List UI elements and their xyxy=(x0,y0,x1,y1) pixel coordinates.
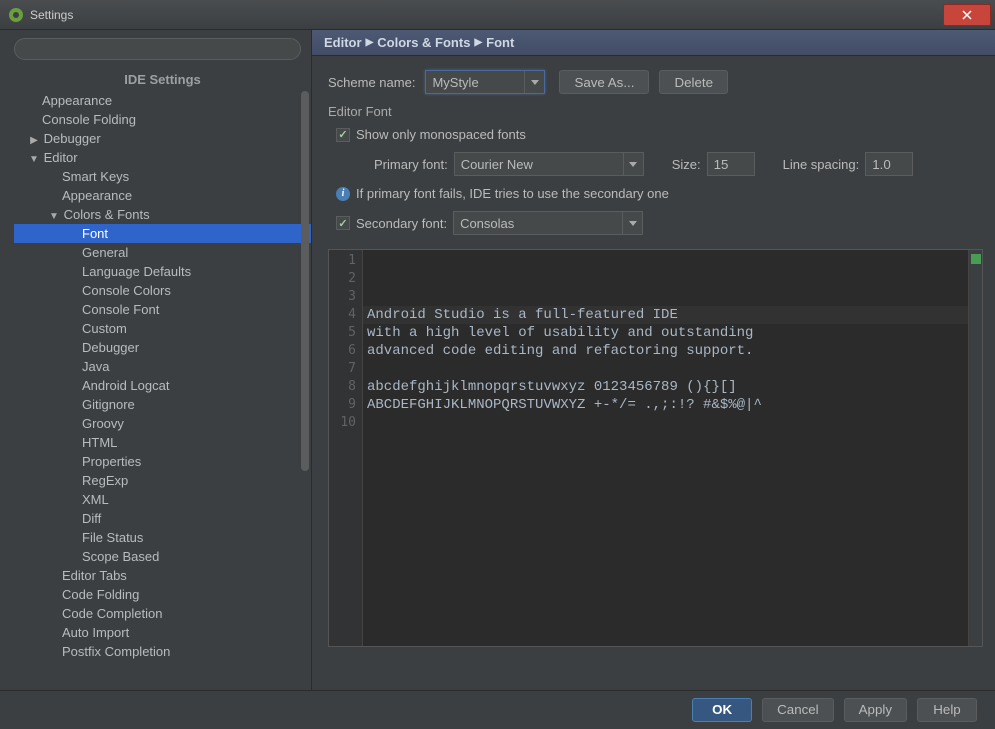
gutter: 12345678910 xyxy=(329,250,363,646)
cancel-button[interactable]: Cancel xyxy=(762,698,834,722)
save-as-button[interactable]: Save As... xyxy=(559,70,649,94)
app-icon xyxy=(8,7,24,23)
right-gutter xyxy=(968,250,982,646)
tree-item[interactable]: Custom xyxy=(14,319,311,338)
tree-item[interactable]: Groovy xyxy=(14,414,311,433)
tree-item[interactable]: Java xyxy=(14,357,311,376)
secondary-font-checkbox[interactable] xyxy=(336,216,350,230)
status-marker xyxy=(971,254,981,264)
show-monospaced-label: Show only monospaced fonts xyxy=(356,127,526,142)
main-panel: Editor ▶ Colors & Fonts ▶ Font Scheme na… xyxy=(312,30,995,690)
tree-item[interactable]: Appearance xyxy=(14,186,311,205)
editor-font-section-title: Editor Font xyxy=(328,104,979,119)
tree-item[interactable]: Gitignore xyxy=(14,395,311,414)
tree-item[interactable]: Diff xyxy=(14,509,311,528)
tree-item[interactable]: Font xyxy=(14,224,311,243)
size-label: Size: xyxy=(672,157,701,172)
info-text: If primary font fails, IDE tries to use … xyxy=(356,186,669,201)
chevron-down-icon xyxy=(622,212,642,234)
tree-item[interactable]: Postfix Completion xyxy=(14,642,311,661)
tree-item[interactable]: Code Folding xyxy=(14,585,311,604)
scheme-name-label: Scheme name: xyxy=(328,75,415,90)
tree-item[interactable]: Appearance xyxy=(14,91,311,110)
scheme-name-value: MyStyle xyxy=(432,75,478,90)
sidebar: IDE Settings AppearanceConsole Folding▶ … xyxy=(0,30,312,690)
tree-item[interactable]: HTML xyxy=(14,433,311,452)
chevron-down-icon xyxy=(623,153,643,175)
close-button[interactable] xyxy=(943,4,991,26)
code-area[interactable]: Android Studio is a full-featured IDEwit… xyxy=(363,250,968,646)
tree-item[interactable]: Smart Keys xyxy=(14,167,311,186)
delete-button[interactable]: Delete xyxy=(659,70,728,94)
tree-item[interactable]: ▼ Editor xyxy=(14,148,311,167)
tree-item[interactable]: Editor Tabs xyxy=(14,566,311,585)
tree-item[interactable]: Auto Import xyxy=(14,623,311,642)
tree-item[interactable]: General xyxy=(14,243,311,262)
info-icon: i xyxy=(336,187,350,201)
editor-preview: 12345678910 Android Studio is a full-fea… xyxy=(328,249,983,647)
search-input[interactable] xyxy=(14,38,301,60)
line-spacing-input[interactable] xyxy=(865,152,913,176)
tree-item[interactable]: File Status xyxy=(14,528,311,547)
show-monospaced-checkbox[interactable] xyxy=(336,128,350,142)
primary-font-combo[interactable]: Courier New xyxy=(454,152,644,176)
primary-font-value: Courier New xyxy=(461,157,533,172)
tree-item[interactable]: Language Defaults xyxy=(14,262,311,281)
secondary-font-value: Consolas xyxy=(460,216,514,231)
tree-item[interactable]: ▼ Colors & Fonts xyxy=(14,205,311,224)
breadcrumb: Editor ▶ Colors & Fonts ▶ Font xyxy=(312,30,995,56)
tree-item[interactable]: RegExp xyxy=(14,471,311,490)
tree-item[interactable]: Android Logcat xyxy=(14,376,311,395)
breadcrumb-part: Font xyxy=(486,35,514,50)
tree-item[interactable]: Console Font xyxy=(14,300,311,319)
line-spacing-label: Line spacing: xyxy=(783,157,860,172)
tree-item[interactable]: Scope Based xyxy=(14,547,311,566)
footer: OK Cancel Apply Help xyxy=(0,690,995,728)
apply-button[interactable]: Apply xyxy=(844,698,907,722)
tree-item[interactable]: Console Colors xyxy=(14,281,311,300)
size-input[interactable] xyxy=(707,152,755,176)
tree-item[interactable]: Debugger xyxy=(14,338,311,357)
sidebar-header: IDE Settings xyxy=(14,66,311,91)
chevron-down-icon xyxy=(524,71,544,93)
breadcrumb-part: Editor xyxy=(324,35,362,50)
scrollbar-thumb[interactable] xyxy=(301,91,309,471)
ok-button[interactable]: OK xyxy=(692,698,752,722)
tree-item[interactable]: Properties xyxy=(14,452,311,471)
close-icon xyxy=(962,10,972,20)
tree-item[interactable]: XML xyxy=(14,490,311,509)
breadcrumb-part: Colors & Fonts xyxy=(377,35,470,50)
scheme-name-combo[interactable]: MyStyle xyxy=(425,70,545,94)
secondary-font-combo[interactable]: Consolas xyxy=(453,211,643,235)
chevron-right-icon: ▶ xyxy=(366,37,374,48)
tree-item[interactable]: ▶ Debugger xyxy=(14,129,311,148)
secondary-font-label: Secondary font: xyxy=(356,216,447,231)
tree-item[interactable]: Code Completion xyxy=(14,604,311,623)
help-button[interactable]: Help xyxy=(917,698,977,722)
window-title: Settings xyxy=(30,8,943,22)
settings-tree[interactable]: AppearanceConsole Folding▶ Debugger▼ Edi… xyxy=(14,91,311,690)
titlebar: Settings xyxy=(0,0,995,30)
tree-item[interactable]: Console Folding xyxy=(14,110,311,129)
chevron-right-icon: ▶ xyxy=(474,37,482,48)
primary-font-label: Primary font: xyxy=(374,157,448,172)
